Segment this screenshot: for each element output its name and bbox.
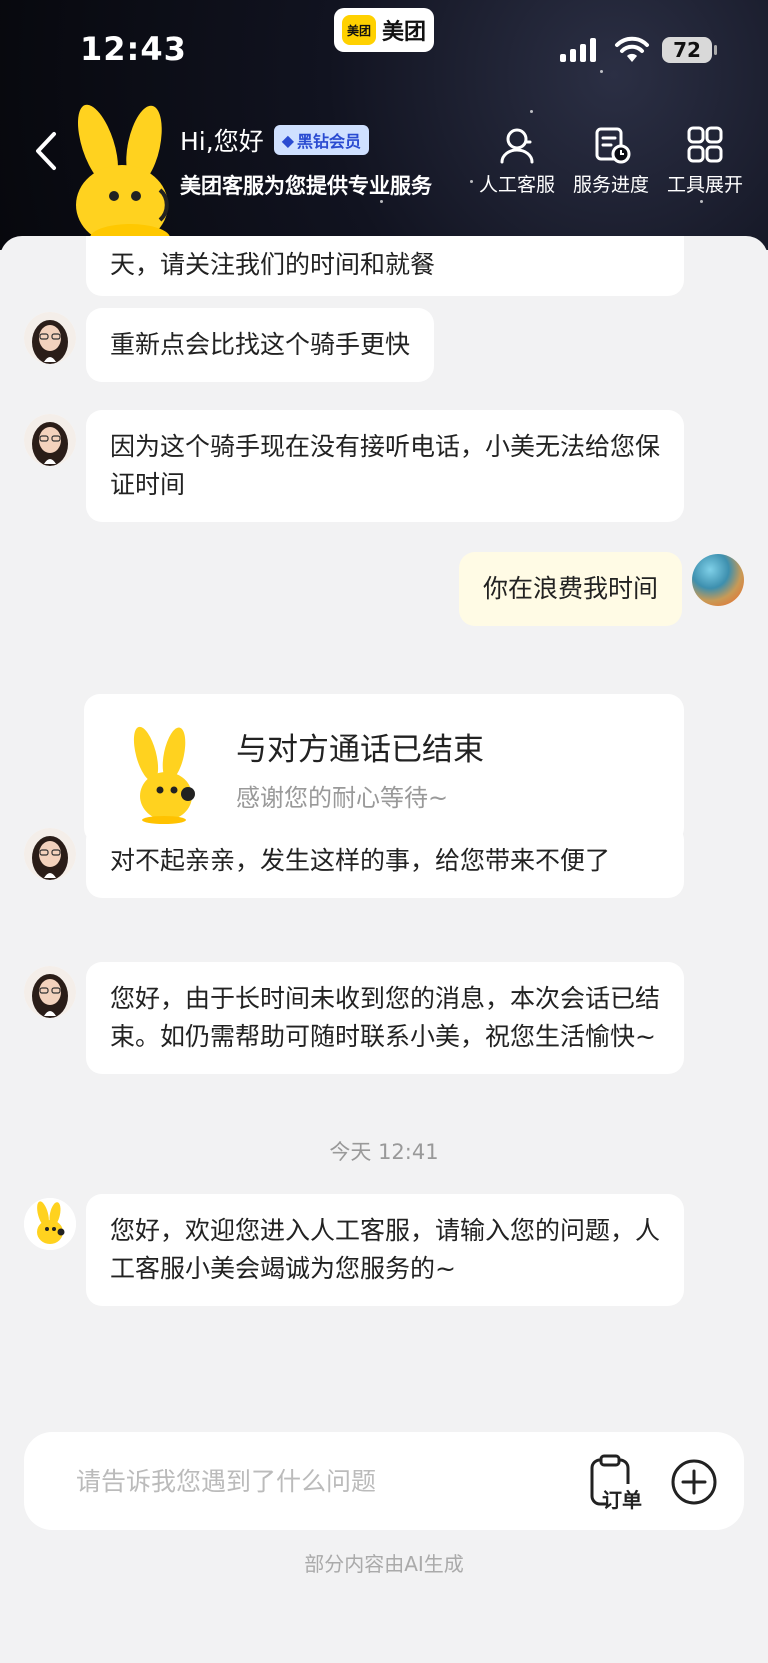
message-bubble: 天，请关注我们的时间和就餐 xyxy=(86,236,684,296)
message-bubble: 对不起亲亲，发生这样的事，给您带来不便了 xyxy=(86,824,684,898)
header-subtitle: 美团客服为您提供专业服务 xyxy=(180,174,432,198)
meituan-logo-icon: 美团 xyxy=(341,15,376,45)
agent-avatar[interactable] xyxy=(24,414,76,466)
agent-avatar[interactable] xyxy=(24,312,76,364)
greeting: Hi,您好 ◆ 黑钻会员 xyxy=(180,122,370,158)
agent-avatar[interactable] xyxy=(24,966,76,1018)
tool-label: 人工客服 xyxy=(478,174,555,196)
mascot-icon xyxy=(24,1198,76,1250)
header-tools: 人工客服 服务进度 工具展开 xyxy=(470,126,752,197)
agent-avatar-image xyxy=(24,414,76,466)
app-indicator[interactable]: 美团 美团 xyxy=(334,8,434,52)
user-avatar-image xyxy=(692,554,744,606)
status-time: 12:43 xyxy=(80,30,187,68)
message-bubble: 重新点会比找这个骑手更快 xyxy=(86,308,435,382)
plus-icon[interactable] xyxy=(670,1458,718,1506)
agent-icon xyxy=(500,128,534,164)
card-subtitle: 感谢您的耐心等待~ xyxy=(236,784,449,812)
app-name: 美团 xyxy=(381,20,426,45)
agent-avatar-image xyxy=(24,828,76,880)
header: 12:43 美团 美团 72 Hi,您好 ◆ 黑钻会员 美团客服为您提供专业服务… xyxy=(0,0,768,250)
input-bar: 订单 xyxy=(24,1432,744,1530)
vip-badge-label: 黑钻会员 xyxy=(297,132,362,151)
bot-avatar[interactable] xyxy=(24,1198,76,1250)
tool-human-agent[interactable]: 人工客服 xyxy=(470,126,564,197)
wifi-icon xyxy=(615,36,649,62)
card-title: 与对方通话已结束 xyxy=(236,732,484,768)
message-bubble: 您好，由于长时间未收到您的消息，本次会话已结束。如仍需帮助可随时联系小美，祝您生… xyxy=(86,962,684,1074)
message-text: 您好，由于长时间未收到您的消息，本次会话已结束。如仍需帮助可随时联系小美，祝您生… xyxy=(110,984,661,1051)
agent-avatar-image xyxy=(24,966,76,1018)
order-label: 订单 xyxy=(602,1488,642,1512)
grid-icon xyxy=(687,126,723,163)
tool-service-progress[interactable]: 服务进度 xyxy=(564,126,658,197)
message-bubble: 因为这个骑手现在没有接听电话，小美无法给您保证时间 xyxy=(86,410,684,522)
call-ended-card: 与对方通话已结束 感谢您的耐心等待~ xyxy=(84,694,684,844)
agent-avatar[interactable] xyxy=(24,828,76,880)
tool-label: 工具展开 xyxy=(666,174,743,196)
order-button[interactable]: 订单 xyxy=(588,1454,646,1512)
tool-label: 服务进度 xyxy=(572,174,649,196)
message-text: 因为这个骑手现在没有接听电话，小美无法给您保证时间 xyxy=(110,432,661,499)
message-text: 您好，欢迎您进入人工客服，请输入您的问题，人工客服小美会竭诚为您服务的~ xyxy=(110,1216,661,1283)
user-message-bubble: 你在浪费我时间 xyxy=(458,552,682,626)
message-bubble: 您好，欢迎您进入人工客服，请输入您的问题，人工客服小美会竭诚为您服务的~ xyxy=(86,1194,684,1306)
message-text: 你在浪费我时间 xyxy=(482,574,658,603)
user-avatar[interactable] xyxy=(692,554,744,606)
battery-level: 72 xyxy=(673,38,701,62)
progress-icon xyxy=(595,127,631,164)
message-text: 对不起亲亲，发生这样的事，给您带来不便了 xyxy=(110,846,611,875)
status-bar: 12:43 美团 美团 72 xyxy=(0,0,768,100)
mascot-icon xyxy=(76,104,170,240)
message-text: 天，请关注我们的时间和就餐 xyxy=(110,250,436,279)
ai-disclaimer: 部分内容由AI生成 xyxy=(304,1552,464,1576)
greeting-text: Hi,您好 xyxy=(180,127,264,156)
cellular-signal-icon xyxy=(560,38,596,62)
agent-avatar-image xyxy=(24,312,76,364)
battery-indicator: 72 xyxy=(662,37,717,63)
vip-badge[interactable]: ◆ 黑钻会员 xyxy=(273,125,370,155)
tool-expand[interactable]: 工具展开 xyxy=(658,126,752,197)
message-input[interactable] xyxy=(76,1456,536,1506)
mascot-icon xyxy=(133,726,195,824)
timestamp-separator: 今天 12:41 xyxy=(329,1140,439,1164)
message-text: 重新点会比找这个骑手更快 xyxy=(110,330,411,359)
diamond-icon: ◆ xyxy=(281,130,295,150)
